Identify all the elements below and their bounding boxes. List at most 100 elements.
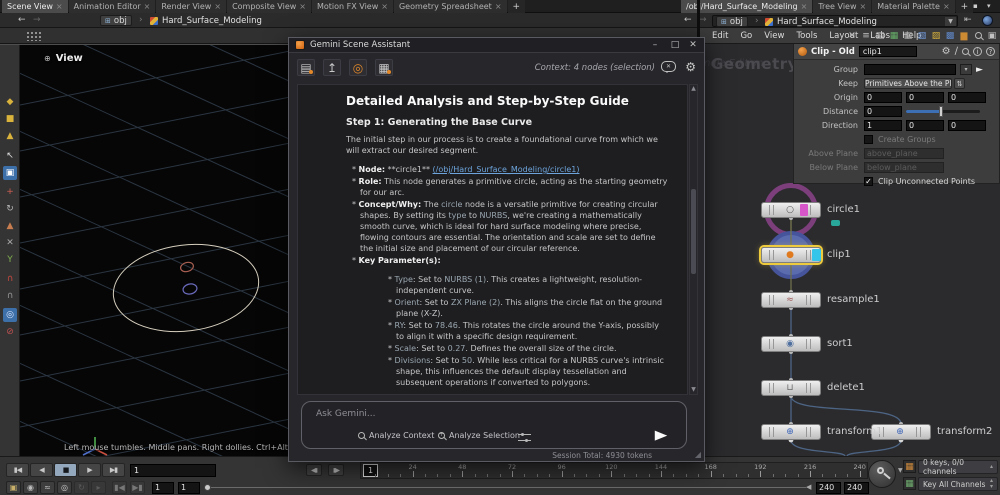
- network-path-field[interactable]: ⊞ obj › Hard_Surface_Modeling ▼: [712, 14, 958, 27]
- rotate-tool-icon[interactable]: ↻: [3, 202, 17, 216]
- snap-magnet-icon[interactable]: ∩: [3, 272, 17, 286]
- rig-tool-icon[interactable]: Y: [3, 253, 17, 267]
- maximize-button[interactable]: □: [666, 38, 684, 53]
- close-tab-icon[interactable]: ×: [943, 2, 950, 11]
- new-report-icon[interactable]: ▤: [297, 59, 315, 76]
- analyze-selection-button[interactable]: + Analyze Selection: [438, 431, 520, 440]
- node-display-flag[interactable]: [800, 204, 808, 216]
- color-grid-icon[interactable]: ▦: [888, 29, 900, 42]
- play-button[interactable]: ▶: [78, 463, 101, 477]
- close-button[interactable]: ✕: [684, 38, 702, 53]
- render-icon[interactable]: ▣: [6, 481, 21, 494]
- tab-composite-view[interactable]: Composite View ×: [227, 0, 311, 13]
- export-icon[interactable]: ↥: [323, 59, 341, 76]
- loop-icon[interactable]: ↻: [74, 481, 89, 494]
- pane-maximize-icon[interactable]: ▪: [973, 2, 978, 10]
- comment-bubble-icon[interactable]: [831, 220, 840, 226]
- next-range-icon[interactable]: ▶▮: [130, 481, 145, 494]
- basket-icon[interactable]: ▆: [958, 29, 970, 42]
- origin-field-2[interactable]: [948, 92, 986, 103]
- close-tab-icon[interactable]: ×: [381, 2, 388, 11]
- dynamics-tool-icon[interactable]: ▲: [3, 129, 17, 143]
- notes-icon[interactable]: ▨: [930, 29, 942, 42]
- direction-field-0[interactable]: [864, 120, 902, 131]
- path-dropdown-icon[interactable]: ▼: [945, 16, 956, 26]
- origin-field-0[interactable]: [864, 92, 902, 103]
- display-icon[interactable]: ▣: [986, 29, 998, 42]
- direction-field-1[interactable]: [906, 120, 944, 131]
- gear-icon[interactable]: ⚙: [942, 46, 951, 57]
- close-tab-icon[interactable]: ×: [144, 2, 151, 11]
- minimize-button[interactable]: –: [646, 38, 664, 53]
- resize-grip-icon[interactable]: ◢: [695, 450, 701, 459]
- node-clip1[interactable]: ●: [761, 247, 821, 263]
- secure-selection-icon[interactable]: ▣: [3, 166, 17, 180]
- tab-geometry-spreadsheet[interactable]: Geometry Spreadsheet ×: [393, 0, 507, 13]
- slider-handle[interactable]: [938, 106, 943, 117]
- node-display-flag[interactable]: [812, 249, 821, 261]
- compass-icon[interactable]: [982, 14, 993, 26]
- jump-end-button[interactable]: ▶▮: [102, 463, 125, 477]
- key-all-channels-dropdown[interactable]: Key All Channels ▴ ▾: [918, 477, 998, 491]
- direction-field-2[interactable]: [948, 120, 986, 131]
- close-tab-icon[interactable]: ×: [860, 2, 867, 11]
- keys-summary-dropdown[interactable]: 0 keys, 0/0 channels ▴: [918, 458, 998, 476]
- range-slider-handle[interactable]: [204, 484, 211, 491]
- distance-field[interactable]: [864, 106, 902, 117]
- analyze-context-button[interactable]: Analyze Context: [358, 431, 434, 440]
- origin-field-1[interactable]: [906, 92, 944, 103]
- pose-tool-icon[interactable]: ✕: [3, 236, 17, 250]
- close-tab-icon[interactable]: ×: [56, 2, 63, 11]
- menu-tools[interactable]: Tools: [790, 31, 823, 41]
- prompt-input-box[interactable]: Analyze Context +Analyze Selection ▶: [301, 401, 687, 449]
- range-start-field[interactable]: [152, 481, 174, 494]
- select-tool-icon[interactable]: ↖: [3, 149, 17, 163]
- customize-tools-icon[interactable]: ✕: [846, 29, 858, 42]
- tab-motion-fx-view[interactable]: Motion FX View ×: [312, 0, 393, 13]
- net-context-chip-obj[interactable]: ⊞ obj: [716, 16, 748, 27]
- paint-panel-icon[interactable]: ▩: [944, 29, 956, 42]
- scrollbar-thumb[interactable]: [691, 189, 696, 274]
- move-tool-icon[interactable]: +: [3, 185, 17, 199]
- below-plane-field[interactable]: [864, 162, 944, 173]
- context-target-icon[interactable]: ◎: [349, 59, 367, 76]
- group-dropdown-icon[interactable]: ▾: [960, 64, 972, 75]
- stop-button[interactable]: ■: [54, 463, 77, 477]
- range-slider[interactable]: [208, 487, 806, 488]
- close-tab-icon[interactable]: ×: [801, 2, 808, 11]
- play-reverse-button[interactable]: ◀: [30, 463, 53, 477]
- view-pivot-icon[interactable]: ◎: [3, 308, 17, 322]
- current-node-path[interactable]: Hard_Surface_Modeling: [150, 16, 262, 26]
- checkbox-clip-unconnected-points[interactable]: ✓: [864, 177, 873, 186]
- record-icon[interactable]: ◎: [57, 481, 72, 494]
- node-path-link[interactable]: (/obj/Hard_Surface_Modeling/circle1): [433, 165, 580, 174]
- menu-view[interactable]: View: [758, 31, 790, 41]
- node-circle1[interactable]: ○: [761, 202, 821, 218]
- group-field[interactable]: [864, 64, 956, 75]
- step-icon[interactable]: ▸: [91, 481, 106, 494]
- prompt-options-icon[interactable]: [518, 433, 531, 442]
- close-tab-icon[interactable]: ×: [299, 2, 306, 11]
- snap-grid-icon[interactable]: ∩: [3, 289, 17, 303]
- node-transform1[interactable]: ⊕: [761, 424, 821, 440]
- range-substart-field[interactable]: [178, 481, 200, 494]
- scroll-up-icon[interactable]: ▲: [690, 85, 697, 93]
- key-options-dropdown-icon[interactable]: ▼: [898, 467, 903, 474]
- tab-tree-view[interactable]: Tree View ×: [813, 0, 872, 13]
- content-scrollbar[interactable]: ▲ ▼: [689, 84, 698, 395]
- channel-panel-icon[interactable]: ▦: [903, 477, 916, 490]
- grid-icon[interactable]: ▦: [902, 29, 914, 42]
- tab-render-view[interactable]: Render View ×: [156, 0, 227, 13]
- network-editor[interactable]: Indie Edition Geometry ○ circle1 ● clip1 ≈ r: [700, 44, 1000, 456]
- clear-chat-icon[interactable]: ✕: [661, 61, 676, 73]
- info-icon[interactable]: i: [973, 47, 982, 56]
- disable-snap-icon[interactable]: ⊘: [3, 325, 17, 339]
- objects-tool-icon[interactable]: ■: [3, 112, 17, 126]
- net-back-arrow-icon[interactable]: ←: [684, 15, 692, 25]
- above-plane-field[interactable]: [864, 148, 944, 159]
- jump-start-button[interactable]: ▮◀: [6, 463, 29, 477]
- close-tab-icon[interactable]: ×: [214, 2, 221, 11]
- help-icon[interactable]: ?: [986, 47, 995, 56]
- motion-icon[interactable]: ≈: [40, 481, 55, 494]
- handles-tool-icon[interactable]: ◆: [3, 95, 17, 109]
